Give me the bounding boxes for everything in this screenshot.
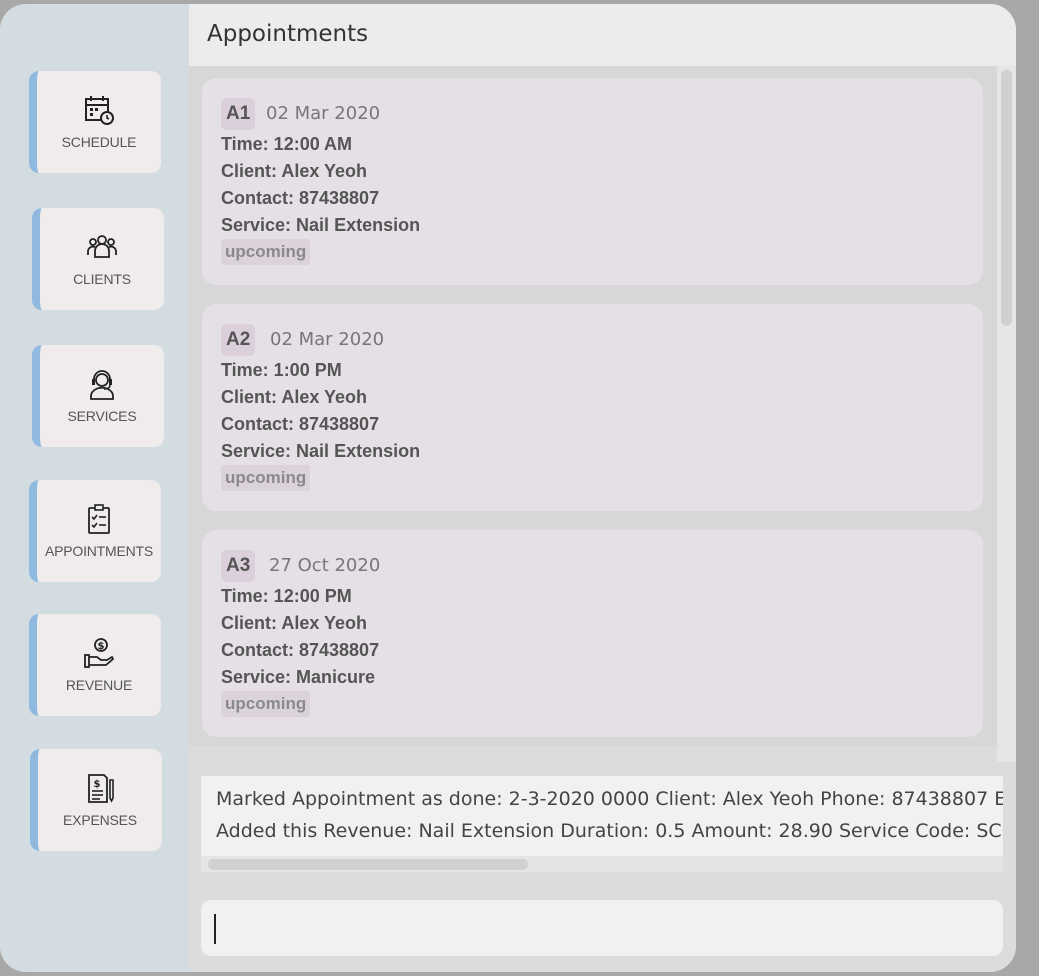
appointment-card[interactable]: A3 27 Oct 2020 Time: 12:00 PM Client: Al… <box>202 530 983 737</box>
hand-dollar-icon: $ <box>84 638 115 668</box>
main-panel: Appointments A1 02 Mar 2020 Time: 12:00 … <box>189 4 1016 972</box>
result-scrollbar[interactable] <box>201 856 1003 872</box>
title-bar: Appointments <box>189 4 1016 66</box>
status-badge: upcoming <box>221 465 311 491</box>
app-window: SCHEDULE CLIENTS SERVICES APPOINTMENTS $… <box>0 4 1016 972</box>
sidebar-item-clients[interactable]: CLIENTS <box>32 208 164 310</box>
panel-divider <box>189 746 997 762</box>
appointment-date: 02 Mar 2020 <box>266 103 381 124</box>
people-icon <box>87 235 117 258</box>
sidebar-item-appointments[interactable]: APPOINTMENTS <box>29 480 161 582</box>
appointment-id-badge: A1 <box>221 98 256 130</box>
sidebar-item-services[interactable]: SERVICES <box>32 345 164 447</box>
svg-text:$: $ <box>98 641 105 652</box>
appointment-contact: Contact: 87438807 <box>221 414 380 434</box>
sidebar-item-schedule[interactable]: SCHEDULE <box>29 71 161 173</box>
appointment-service: Service: Nail Extension <box>221 215 421 235</box>
sidebar: SCHEDULE CLIENTS SERVICES APPOINTMENTS $… <box>0 4 189 972</box>
appointment-time: Time: 12:00 PM <box>221 586 352 606</box>
appointment-card[interactable]: A2 02 Mar 2020 Time: 1:00 PM Client: Ale… <box>202 304 983 511</box>
clipboard-check-icon <box>88 504 110 534</box>
appointment-time: Time: 1:00 PM <box>221 360 342 380</box>
result-line: Marked Appointment as done: 2-3-2020 000… <box>216 788 1003 810</box>
text-caret <box>214 914 216 944</box>
appointment-service: Service: Nail Extension <box>221 441 421 461</box>
sidebar-item-label: SERVICES <box>67 408 137 424</box>
appointment-list[interactable]: A1 02 Mar 2020 Time: 12:00 AM Client: Al… <box>189 66 997 746</box>
appointment-client: Client: Alex Yeoh <box>221 387 368 407</box>
sidebar-item-label: APPOINTMENTS <box>44 543 154 559</box>
sidebar-item-label: EXPENSES <box>63 812 137 828</box>
headset-agent-icon <box>90 370 114 400</box>
appointment-contact: Contact: 87438807 <box>221 188 380 208</box>
appointment-client: Client: Alex Yeoh <box>221 613 368 633</box>
appointment-service: Service: Manicure <box>221 667 376 687</box>
list-scrollbar[interactable] <box>997 66 1016 762</box>
receipt-pen-icon: $ <box>88 774 114 803</box>
appointment-client: Client: Alex Yeoh <box>221 161 368 181</box>
appointment-id-badge: A2 <box>221 324 256 356</box>
sidebar-item-label: CLIENTS <box>73 271 131 287</box>
appointment-id-badge: A3 <box>221 550 256 582</box>
calendar-clock-icon <box>85 96 114 125</box>
command-input[interactable] <box>201 900 1003 956</box>
result-line: Added this Revenue: Nail Extension Durat… <box>216 820 1003 842</box>
result-scrollbar-thumb[interactable] <box>208 859 528 870</box>
sidebar-item-label: SCHEDULE <box>61 134 137 150</box>
appointment-date: 02 Mar 2020 <box>270 329 385 350</box>
list-scrollbar-thumb[interactable] <box>1001 70 1012 326</box>
status-badge: upcoming <box>221 239 311 265</box>
appointment-date: 27 Oct 2020 <box>269 555 381 576</box>
sidebar-item-revenue[interactable]: $ REVENUE <box>29 614 161 716</box>
sidebar-item-label: REVENUE <box>65 677 133 693</box>
status-badge: upcoming <box>221 691 311 717</box>
appointment-time: Time: 12:00 AM <box>221 134 353 154</box>
appointment-contact: Contact: 87438807 <box>221 640 380 660</box>
page-title: Appointments <box>207 21 369 47</box>
result-display[interactable]: Marked Appointment as done: 2-3-2020 000… <box>201 776 1003 872</box>
appointment-card[interactable]: A1 02 Mar 2020 Time: 12:00 AM Client: Al… <box>202 78 983 285</box>
svg-text:$: $ <box>94 779 101 790</box>
sidebar-item-expenses[interactable]: $ EXPENSES <box>30 749 162 851</box>
